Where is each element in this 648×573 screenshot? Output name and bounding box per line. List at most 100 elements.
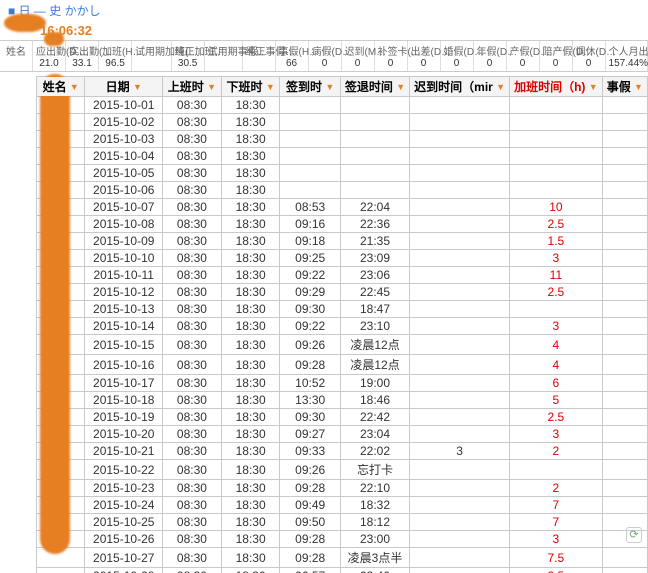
cell: 23:04 bbox=[340, 426, 409, 443]
cell bbox=[410, 148, 510, 165]
summary-header: 产假(D… bbox=[510, 43, 536, 58]
column-header[interactable]: 签退时间 ▼ bbox=[340, 77, 409, 97]
clock-time: 16:06:32 bbox=[0, 21, 648, 40]
cell bbox=[410, 531, 510, 548]
summary-header: 年假(D… bbox=[477, 43, 503, 58]
cell: 08:30 bbox=[163, 568, 222, 573]
summary-header: 纯正事假… bbox=[246, 43, 272, 58]
table-row[interactable]: 2015-10-2308:3018:3009:2822:102 bbox=[37, 480, 648, 497]
cell: 09:30 bbox=[280, 301, 340, 318]
cell bbox=[340, 182, 409, 199]
table-row[interactable]: 2015-10-0508:3018:30 bbox=[37, 165, 648, 182]
sort-arrow-icon: ▼ bbox=[496, 82, 505, 92]
cell bbox=[410, 114, 510, 131]
cell: 08:30 bbox=[163, 182, 222, 199]
cell bbox=[602, 497, 647, 514]
cell: 2015-10-24 bbox=[85, 497, 163, 514]
cell: 18:12 bbox=[340, 514, 409, 531]
cell: 09:18 bbox=[280, 233, 340, 250]
cell bbox=[410, 497, 510, 514]
column-header[interactable]: 迟到时间（mir ▼ bbox=[410, 77, 510, 97]
column-header[interactable]: 加班时间（h) ▼ bbox=[510, 77, 603, 97]
cell bbox=[37, 568, 85, 573]
summary-header: 婚假(D… bbox=[444, 43, 470, 58]
cell bbox=[410, 284, 510, 301]
cell: 18:30 bbox=[221, 460, 280, 480]
cell: 18:30 bbox=[221, 375, 280, 392]
attendance-table: 姓名 ▼日期 ▼上班时 ▼下班时 ▼签到时 ▼签退时间 ▼迟到时间（mir ▼加… bbox=[36, 76, 648, 573]
column-header[interactable]: 上班时 ▼ bbox=[163, 77, 222, 97]
refresh-icon[interactable]: ⟳ bbox=[626, 527, 642, 543]
table-row[interactable]: 2015-10-1608:3018:3009:28凌晨12点4 bbox=[37, 355, 648, 375]
table-row[interactable]: 2015-10-0408:3018:30 bbox=[37, 148, 648, 165]
cell: 22:42 bbox=[340, 409, 409, 426]
cell bbox=[410, 131, 510, 148]
cell bbox=[410, 355, 510, 375]
cell: 凌晨12点 bbox=[340, 335, 409, 355]
table-row[interactable]: 2015-10-2008:3018:3009:2723:043 bbox=[37, 426, 648, 443]
table-row[interactable]: 2015-10-1908:3018:3009:3022:422.5 bbox=[37, 409, 648, 426]
table-row[interactable]: 2015-10-1008:3018:3009:2523:093 bbox=[37, 250, 648, 267]
cell bbox=[410, 318, 510, 335]
table-row[interactable]: 2015-10-0808:3018:3009:1622:362.5 bbox=[37, 216, 648, 233]
table-row[interactable]: 2015-10-2708:3018:3009:28凌晨3点半7.5 bbox=[37, 548, 648, 568]
column-header[interactable]: 事假 ▼ bbox=[602, 77, 647, 97]
column-header[interactable]: 日期 ▼ bbox=[85, 77, 163, 97]
table-row[interactable]: 2015-10-2108:3018:3009:3322:0232 bbox=[37, 443, 648, 460]
table-row[interactable]: 2015-10-0308:3018:30 bbox=[37, 131, 648, 148]
table-row[interactable]: 2015-10-2608:3018:3009:2823:003 bbox=[37, 531, 648, 548]
summary-header: 调休(D… bbox=[576, 43, 602, 58]
table-row[interactable]: 2015-10-2508:3018:3009:5018:127 bbox=[37, 514, 648, 531]
cell: 09:22 bbox=[280, 267, 340, 284]
cell bbox=[280, 114, 340, 131]
table-row[interactable]: 2015-10-1508:3018:3009:26凌晨12点4 bbox=[37, 335, 648, 355]
table-row[interactable]: 2015-10-0608:3018:30 bbox=[37, 182, 648, 199]
cell bbox=[410, 460, 510, 480]
cell bbox=[410, 409, 510, 426]
cell: 08:53 bbox=[280, 199, 340, 216]
cell: 09:25 bbox=[280, 250, 340, 267]
cell bbox=[510, 165, 603, 182]
cell: 凌晨3点半 bbox=[340, 548, 409, 568]
cell: 18:30 bbox=[221, 165, 280, 182]
table-row[interactable]: 2015-10-2808:3018:3006:5722:402.5 bbox=[37, 568, 648, 573]
table-row[interactable]: 2015-10-1808:3018:3013:3018:465 bbox=[37, 392, 648, 409]
table-row[interactable]: 2015-10-1208:3018:3009:2922:452.5 bbox=[37, 284, 648, 301]
table-row[interactable]: 2015-10-1308:3018:3009:3018:47 bbox=[37, 301, 648, 318]
column-header[interactable]: 姓名 ▼ bbox=[37, 77, 85, 97]
cell: 08:30 bbox=[163, 148, 222, 165]
table-row[interactable]: 2015-10-0708:3018:3008:5322:0410 bbox=[37, 199, 648, 216]
cell: 3 bbox=[410, 443, 510, 460]
table-row[interactable]: 2015-10-1708:3018:3010:5219:006 bbox=[37, 375, 648, 392]
cell bbox=[410, 165, 510, 182]
cell bbox=[410, 514, 510, 531]
cell: 22:40 bbox=[340, 568, 409, 573]
cell bbox=[410, 375, 510, 392]
table-row[interactable]: 2015-10-2408:3018:3009:4918:327 bbox=[37, 497, 648, 514]
cell bbox=[410, 233, 510, 250]
cell: 2.5 bbox=[510, 216, 603, 233]
table-row[interactable]: 2015-10-2208:3018:3009:26忘打卡 bbox=[37, 460, 648, 480]
summary-header: 个人月出勤率% bbox=[609, 43, 644, 58]
cell: 18:30 bbox=[221, 114, 280, 131]
table-row[interactable]: 2015-10-0208:3018:30 bbox=[37, 114, 648, 131]
cell: 18:30 bbox=[221, 480, 280, 497]
cell bbox=[602, 250, 647, 267]
table-row[interactable]: 2015-10-0108:3018:30 bbox=[37, 97, 648, 114]
table-row[interactable]: 2015-10-1108:3018:3009:2223:0611 bbox=[37, 267, 648, 284]
column-header[interactable]: 下班时 ▼ bbox=[221, 77, 280, 97]
cell bbox=[602, 131, 647, 148]
cell: 2.5 bbox=[510, 284, 603, 301]
cell: 2015-10-17 bbox=[85, 375, 163, 392]
summary-value: 0 bbox=[312, 58, 338, 69]
table-row[interactable]: 2015-10-1408:3018:3009:2223:103 bbox=[37, 318, 648, 335]
top-link[interactable]: ■ 日 ― 史 かかし bbox=[0, 0, 648, 21]
summary-cell: 姓名 bbox=[0, 41, 33, 71]
cell bbox=[340, 148, 409, 165]
cell: 7.5 bbox=[510, 548, 603, 568]
summary-header: 陪产假(D… bbox=[543, 43, 569, 58]
cell: 08:30 bbox=[163, 250, 222, 267]
table-row[interactable]: 2015-10-0908:3018:3009:1821:351.5 bbox=[37, 233, 648, 250]
column-header[interactable]: 签到时 ▼ bbox=[280, 77, 340, 97]
cell: 2015-10-27 bbox=[85, 548, 163, 568]
